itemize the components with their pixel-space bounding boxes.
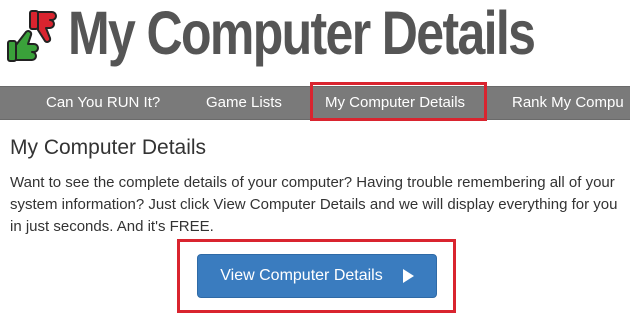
page-title: My Computer Details <box>10 136 207 159</box>
play-icon <box>402 269 414 283</box>
view-computer-details-button[interactable]: View Computer Details <box>197 254 437 298</box>
nav-highlight-box <box>310 82 487 121</box>
site-header: My Computer Details <box>0 0 630 84</box>
page-description: Want to see the complete details of your… <box>10 174 618 235</box>
nav-item-game-lists[interactable]: Game Lists <box>206 87 282 119</box>
nav-item-rank-my-computer[interactable]: Rank My Compu <box>512 87 624 119</box>
button-label: View Computer Details <box>220 267 383 284</box>
thumbs-up-down-icon <box>7 10 57 62</box>
site-logo-text[interactable]: My Computer Details <box>68 0 536 68</box>
nav-item-can-you-run-it[interactable]: Can You RUN It? <box>46 87 160 119</box>
